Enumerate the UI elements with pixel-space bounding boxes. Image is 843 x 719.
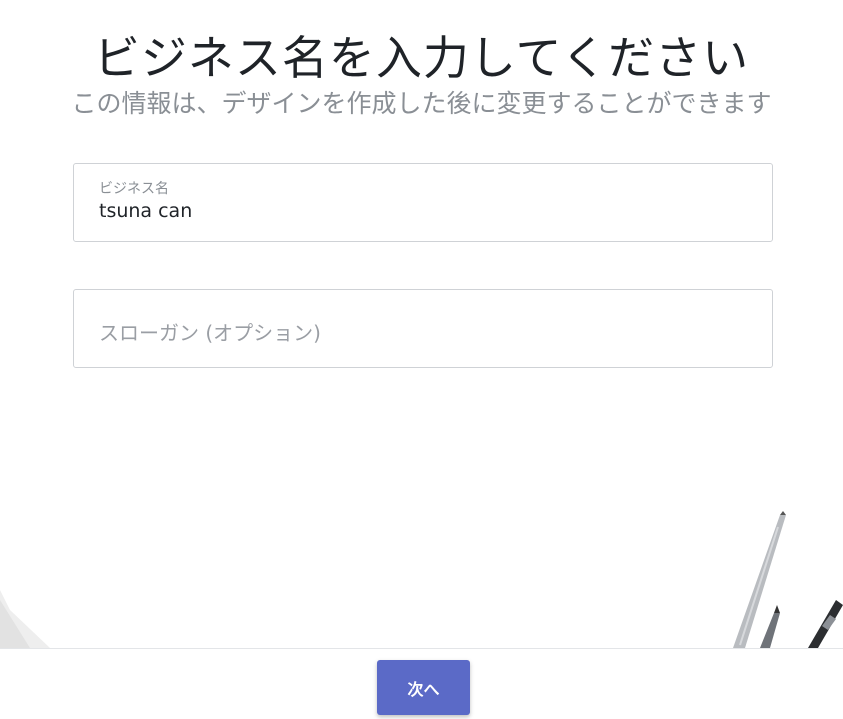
slogan-field[interactable]: スローガン (オプション) bbox=[73, 289, 773, 368]
business-name-page: ビジネス名を入力してください この情報は、デザインを作成した後に変更することがで… bbox=[0, 0, 843, 719]
page-title: ビジネス名を入力してください bbox=[93, 31, 750, 85]
business-name-field[interactable]: ビジネス名 tsuna can bbox=[73, 163, 773, 242]
business-name-input[interactable]: tsuna can bbox=[99, 200, 192, 222]
page-subtitle: この情報は、デザインを作成した後に変更することができます bbox=[71, 89, 772, 118]
next-button[interactable]: 次へ bbox=[377, 660, 470, 715]
decorative-paper-image bbox=[0, 590, 50, 648]
slogan-input[interactable]: スローガン (オプション) bbox=[99, 317, 321, 346]
business-name-label: ビジネス名 bbox=[99, 181, 169, 197]
decorative-pencils-image bbox=[733, 511, 843, 648]
